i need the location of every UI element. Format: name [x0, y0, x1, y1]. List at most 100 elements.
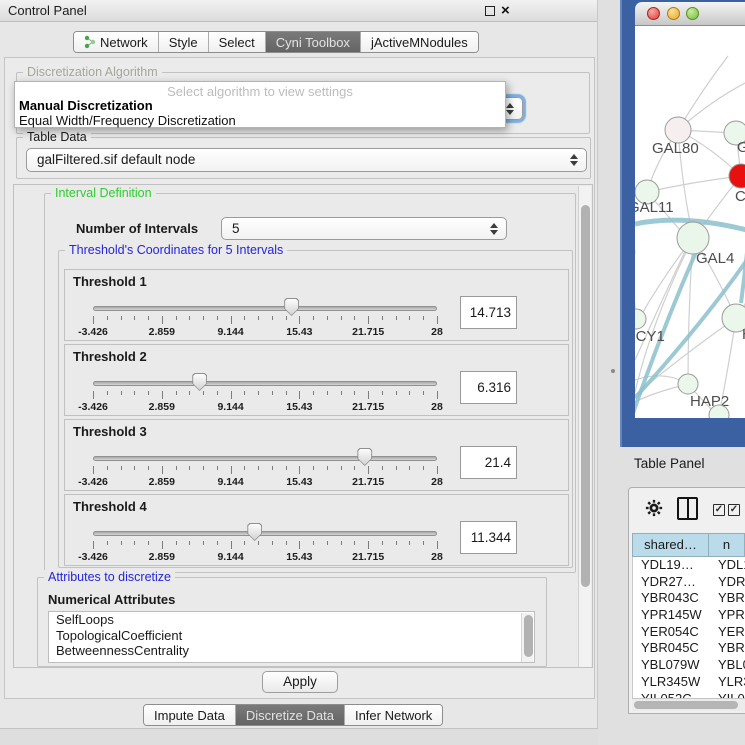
attribute-list-item[interactable]: TopologicalCoefficient [49, 628, 534, 644]
table-cell[interactable]: YIL0 [710, 691, 745, 699]
table-rows: YDL19…YDL1YDR27…YDR2YBR043CYBR0YPR145WYP… [632, 557, 745, 698]
table-data-combo[interactable]: galFiltered.sif default node [26, 148, 587, 172]
float-window-icon[interactable] [485, 6, 495, 16]
table-row[interactable]: YBL079WYBL0 [633, 657, 745, 674]
table-cell[interactable]: YBR045C [633, 640, 710, 657]
network-window-titlebar[interactable] [635, 2, 745, 26]
checkbox-icon[interactable]: ✓ [713, 504, 725, 516]
tab-discretize-data[interactable]: Discretize Data [236, 705, 345, 725]
close-icon[interactable]: × [501, 2, 510, 19]
table-row[interactable]: YER054CYER0 [633, 624, 745, 641]
number-of-intervals-spinner[interactable]: 5 [221, 217, 507, 240]
threshold-slider-thumb[interactable] [357, 448, 373, 466]
table-row[interactable]: YDL19…YDL1 [633, 557, 745, 574]
table-horizontal-scrollbar[interactable] [632, 698, 745, 711]
table-row[interactable]: YDR27…YDR2 [633, 574, 745, 591]
tick-mark [107, 391, 108, 395]
tab-select[interactable]: Select [209, 32, 266, 52]
tick-mark [244, 466, 245, 470]
table-cell[interactable]: YIL052C [633, 691, 710, 699]
network-node-HAP2[interactable] [678, 374, 698, 394]
table-row[interactable]: YBR043CYBR0 [633, 590, 745, 607]
threshold-slider-track[interactable] [93, 306, 437, 311]
attribute-list-item[interactable]: SelfLoops [49, 612, 534, 628]
table-cell[interactable]: YDL19… [633, 557, 710, 574]
threshold-value-field[interactable]: 6.316 [460, 371, 517, 404]
table-row[interactable]: YLR345WYLR3 [633, 674, 745, 691]
tick-mark [231, 466, 232, 474]
column-header-shared-name[interactable]: shared… [632, 533, 709, 557]
network-node-label: C [735, 188, 745, 205]
tick-mark [396, 541, 397, 545]
slider-tick-labels: -3.4262.8599.14415.4321.71528 [93, 476, 437, 488]
threshold-slider-thumb[interactable] [284, 298, 300, 316]
network-node-GCY1[interactable] [635, 309, 646, 329]
table-cell[interactable]: YBL0 [710, 657, 745, 674]
column-layout-icon[interactable] [677, 497, 698, 520]
minimize-traffic-light-icon[interactable] [667, 7, 680, 20]
tab-network[interactable]: Network [74, 32, 159, 52]
table-cell[interactable]: YER0 [710, 624, 745, 641]
dropdown-item-equal-width-frequency[interactable]: Equal Width/Frequency Discretization [19, 113, 236, 128]
attribute-list-item[interactable]: BetweennessCentrality [49, 643, 534, 659]
table-cell[interactable]: YDR2 [710, 574, 745, 591]
table-row[interactable]: YPR145WYPR1 [633, 607, 745, 624]
threshold-label: Threshold 3 [73, 424, 147, 439]
divider-grip[interactable] [611, 369, 615, 373]
tick-mark [134, 541, 135, 545]
threshold-slider-thumb[interactable] [247, 523, 263, 541]
dropdown-hint: Select algorithm to view settings [15, 84, 505, 99]
tick-mark [258, 316, 259, 320]
tick-mark [244, 391, 245, 395]
tab-jactivemnodules[interactable]: jActiveMNodules [361, 32, 478, 52]
threshold-slider-thumb[interactable] [192, 373, 208, 391]
settings-vertical-scrollbar[interactable] [578, 186, 591, 667]
dropdown-item-manual-discretization[interactable]: Manual Discretization [19, 98, 153, 113]
table-cell[interactable]: YER054C [633, 624, 710, 641]
threshold-value-field[interactable]: 14.713 [460, 296, 517, 329]
network-canvas[interactable]: GAL80GACGAL11GAL4GCY1HHAP2 [635, 26, 745, 418]
tick-mark [286, 391, 287, 395]
close-traffic-light-icon[interactable] [647, 7, 660, 20]
group-title: Threshold's Coordinates for 5 Intervals [65, 243, 287, 257]
threshold-value-field[interactable]: 21.4 [460, 446, 517, 479]
column-header-name[interactable]: n [709, 533, 745, 557]
apply-button[interactable]: Apply [262, 671, 338, 693]
table-cell[interactable]: YDR27… [633, 574, 710, 591]
attributes-scrollbar[interactable] [521, 613, 533, 663]
tick-label: 15.43 [286, 401, 312, 413]
checkbox-icon[interactable]: ✓ [728, 504, 740, 516]
tick-mark [231, 316, 232, 324]
tick-mark [189, 466, 190, 470]
tick-mark [423, 466, 424, 470]
table-cell[interactable]: YBL079W [633, 657, 710, 674]
table-cell[interactable]: YBR0 [710, 640, 745, 657]
threshold-slider-track[interactable] [93, 381, 437, 386]
numerical-attributes-label: Numerical Attributes [48, 592, 175, 607]
tab-style[interactable]: Style [159, 32, 209, 52]
tick-mark [203, 541, 204, 545]
table-cell[interactable]: YDL1 [710, 557, 745, 574]
table-cell[interactable]: YBR0 [710, 590, 745, 607]
threshold-slider-track[interactable] [93, 456, 437, 461]
table-cell[interactable]: YPR145W [633, 607, 710, 624]
table-cell[interactable]: YLR3 [710, 674, 745, 691]
table-cell[interactable]: YLR345W [633, 674, 710, 691]
tab-infer-network[interactable]: Infer Network [345, 705, 442, 725]
table-cell[interactable]: YBR043C [633, 590, 710, 607]
table-row[interactable]: YBR045CYBR0 [633, 640, 745, 657]
tick-mark [313, 316, 314, 320]
table-cell[interactable]: YPR1 [710, 607, 745, 624]
numerical-attributes-list[interactable]: SelfLoopsTopologicalCoefficientBetweenne… [48, 611, 535, 663]
gear-icon[interactable] [645, 499, 663, 522]
tab-impute-data[interactable]: Impute Data [144, 705, 236, 725]
tick-label: 15.43 [286, 551, 312, 563]
table-row[interactable]: YIL052CYIL0 [633, 691, 745, 699]
threshold-block: Threshold 3 -3.4262.8599.14415.4321.7152… [64, 419, 569, 491]
tick-mark [203, 466, 204, 470]
threshold-slider-track[interactable] [93, 531, 437, 536]
zoom-traffic-light-icon[interactable] [686, 7, 699, 20]
tab-cyni-toolbox[interactable]: Cyni Toolbox [266, 32, 361, 52]
threshold-value-field[interactable]: 11.344 [460, 521, 517, 554]
table-toolbar: ✓ ✓ [629, 488, 745, 530]
